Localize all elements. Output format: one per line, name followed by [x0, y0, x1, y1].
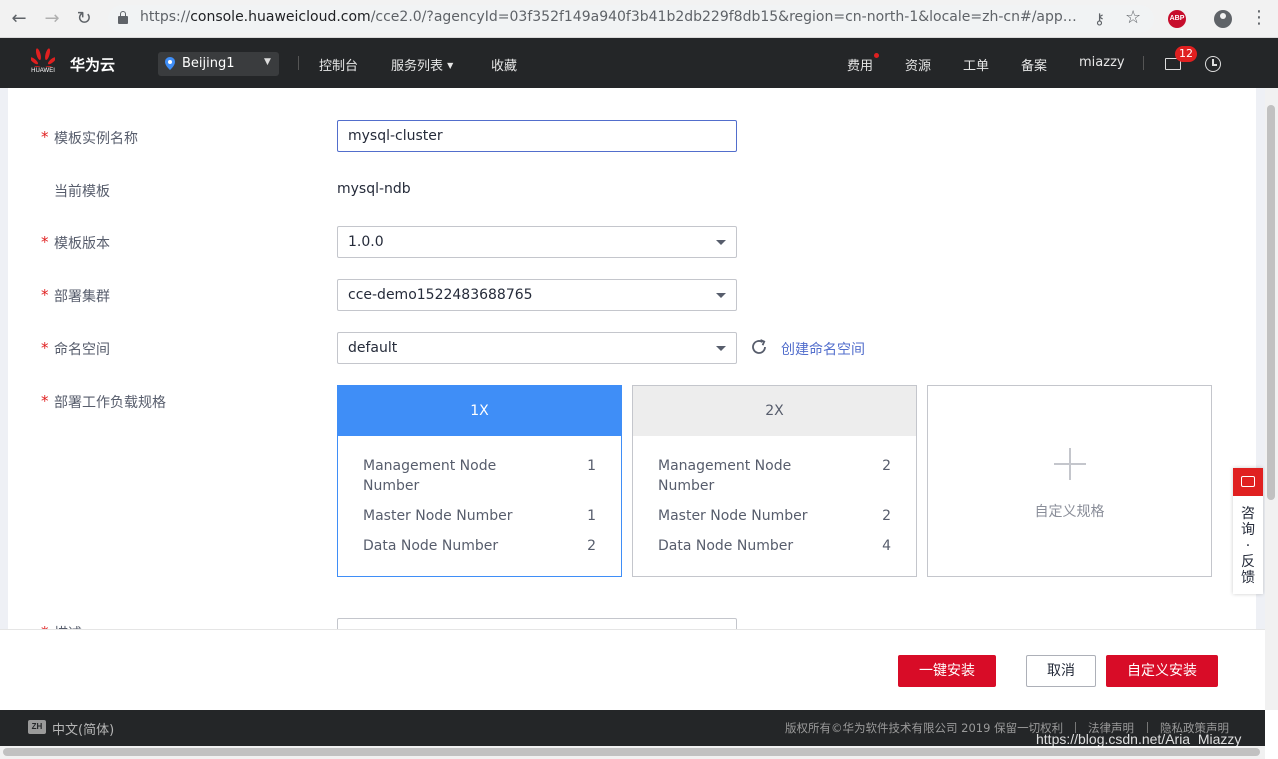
nav-filing[interactable]: 备案	[1021, 55, 1047, 74]
required-asterisk: *	[41, 339, 49, 357]
instance-name-label: 模板实例名称	[54, 131, 138, 147]
plus-icon	[1054, 448, 1086, 480]
feedback-widget[interactable]: 咨询·反馈	[1233, 468, 1263, 594]
action-bar: 一键安装 取消 自定义安装	[0, 629, 1265, 710]
key-icon[interactable]: ⚷	[1094, 10, 1105, 28]
lock-icon	[118, 11, 128, 25]
console-header: HUAWEI 华为云 Beijing1 ▼ 控制台 服务列表 ▼ 收藏 费用 资…	[0, 38, 1278, 88]
required-asterisk: *	[41, 128, 49, 146]
huawei-petals-icon	[31, 48, 55, 67]
region-selector[interactable]: Beijing1 ▼	[158, 52, 279, 76]
dropdown-arrow-icon	[716, 240, 726, 245]
current-template-label: 当前模板	[54, 184, 110, 200]
browser-toolbar: ← → ↻ https://console.huaweicloud.com/cc…	[0, 0, 1278, 38]
version-value: 1.0.0	[348, 234, 384, 250]
one-click-install-button[interactable]: 一键安装	[898, 655, 996, 687]
custom-spec-label: 自定义规格	[1034, 504, 1105, 520]
profile-icon[interactable]	[1214, 10, 1232, 28]
nav-tickets[interactable]: 工单	[963, 55, 989, 74]
scrollbar-thumb[interactable]	[1267, 105, 1275, 500]
language-selector[interactable]: 中文(简体)	[52, 719, 114, 738]
create-namespace-link[interactable]: 创建命名空间	[781, 339, 865, 359]
custom-install-button[interactable]: 自定义安装	[1106, 655, 1218, 687]
cancel-button[interactable]: 取消	[1026, 655, 1096, 687]
namespace-label: 命名空间	[54, 342, 110, 358]
horizontal-scrollbar[interactable]	[0, 746, 1265, 759]
nav-resources[interactable]: 资源	[905, 55, 931, 74]
adblock-icon[interactable]: ABP	[1168, 10, 1186, 28]
feedback-header	[1233, 468, 1263, 496]
nav-favorites[interactable]: 收藏	[491, 55, 517, 74]
cluster-label: 部署集群	[54, 289, 110, 305]
watermark-text: https://blog.csdn.net/Aria_Miazzy	[1036, 731, 1242, 747]
required-asterisk: *	[41, 392, 49, 410]
spec-card-title: 1X	[338, 386, 621, 436]
spec-row-value: 2	[882, 458, 891, 474]
scrollbar-thumb[interactable]	[3, 748, 1260, 756]
spec-row-value: 4	[882, 538, 891, 554]
language-icon[interactable]: ZH	[28, 720, 46, 734]
cluster-value: cce-demo1522483688765	[348, 287, 533, 303]
spec-row-value: 2	[587, 538, 596, 554]
required-asterisk: *	[41, 286, 49, 304]
dropdown-arrow-icon	[716, 293, 726, 298]
spec-row-label: Master Node Number	[363, 508, 513, 524]
refresh-icon[interactable]	[750, 338, 768, 356]
spec-card-1x[interactable]: 1X Management Node Number 1 Master Node …	[337, 385, 622, 577]
spec-row-value: 2	[882, 508, 891, 524]
nav-console[interactable]: 控制台	[319, 55, 358, 74]
required-asterisk: *	[41, 233, 49, 251]
namespace-value: default	[348, 340, 398, 356]
namespace-select[interactable]: default	[337, 332, 737, 364]
url-text[interactable]: https://console.huaweicloud.com/cce2.0/?…	[140, 9, 1080, 25]
reload-icon[interactable]: ↻	[73, 8, 95, 30]
spec-row-label: Management Node Number	[658, 458, 792, 494]
location-pin-icon	[165, 57, 175, 70]
spec-card-title: 2X	[633, 386, 916, 436]
current-template-value: mysql-ndb	[337, 181, 411, 197]
divider	[298, 56, 299, 70]
version-label: 模板版本	[54, 236, 110, 252]
instance-name-input[interactable]: mysql-cluster	[337, 120, 737, 152]
cluster-select[interactable]: cce-demo1522483688765	[337, 279, 737, 311]
spec-row-label: Management Node Number	[363, 458, 497, 494]
brand-name[interactable]: 华为云	[70, 54, 115, 75]
nav-service-list[interactable]: 服务列表 ▼	[391, 55, 453, 74]
divider	[1143, 56, 1144, 70]
spec-card-custom[interactable]: 自定义规格	[927, 385, 1212, 577]
spec-row-value: 1	[587, 508, 596, 524]
caret-down-icon: ▼	[447, 61, 454, 70]
logo-wordmark: HUAWEI	[31, 68, 55, 74]
copyright-text: 版权所有©华为软件技术有限公司 2019 保留一切权利	[785, 721, 1064, 735]
spec-row-label: Data Node Number	[363, 538, 499, 554]
nav-billing[interactable]: 费用	[847, 55, 873, 74]
feedback-label: 咨询·反馈	[1241, 506, 1255, 586]
spec-card-2x[interactable]: 2X Management Node Number 2 Master Node …	[632, 385, 917, 577]
chat-icon	[1241, 476, 1255, 487]
workload-spec-label: 部署工作负载规格	[54, 395, 166, 411]
spec-row-label: Master Node Number	[658, 508, 808, 524]
user-name[interactable]: miazzy	[1079, 55, 1125, 70]
description-input[interactable]	[337, 618, 737, 629]
bookmark-star-icon[interactable]: ☆	[1125, 7, 1141, 28]
instance-name-value: mysql-cluster	[348, 128, 443, 144]
dropdown-arrow-icon	[716, 346, 726, 351]
version-select[interactable]: 1.0.0	[337, 226, 737, 258]
forward-arrow-icon[interactable]: →	[41, 8, 63, 30]
back-arrow-icon[interactable]: ←	[8, 8, 30, 30]
nav-service-list-label: 服务列表	[391, 59, 444, 74]
mail-count-badge: 12	[1175, 46, 1197, 62]
region-label: Beijing1	[182, 56, 235, 71]
notification-dot	[874, 53, 879, 58]
spec-row-label: Data Node Number	[658, 538, 794, 554]
spec-row-value: 1	[587, 458, 596, 474]
clock-icon[interactable]	[1205, 56, 1221, 72]
main-content: * 模板实例名称 mysql-cluster 当前模板 mysql-ndb * …	[0, 88, 1265, 629]
huawei-logo[interactable]: HUAWEI	[28, 47, 58, 79]
caret-down-icon: ▼	[264, 57, 271, 67]
kebab-menu-icon[interactable]: ⋮	[1250, 8, 1268, 28]
